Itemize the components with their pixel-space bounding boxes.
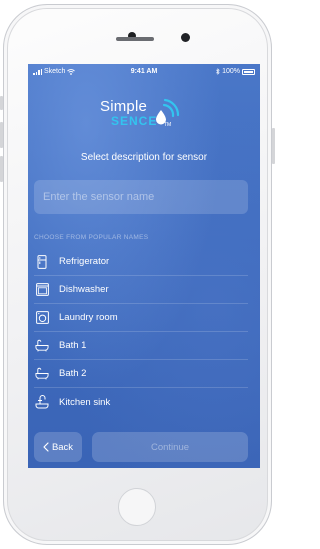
page-title: Select description for sensor [80, 152, 208, 163]
power-button [272, 128, 275, 164]
dishwasher-icon [35, 283, 49, 297]
continue-button[interactable]: Continue [92, 432, 248, 462]
list-item-label: Laundry room [59, 312, 118, 323]
popular-names-list: Refrigerator Dishwasher Laundry room Bat… [28, 248, 260, 416]
back-button-label: Back [51, 441, 74, 453]
water-drop-signal-icon [156, 98, 180, 125]
logo-sence-text: SENCE [111, 114, 158, 128]
list-item-laundry-room[interactable]: Laundry room [34, 304, 248, 332]
list-item-label: Kitchen sink [59, 396, 111, 408]
list-item-refrigerator[interactable]: Refrigerator [34, 248, 248, 276]
battery-percent: 100% [222, 68, 240, 75]
washing-machine-icon [35, 311, 49, 325]
list-item-bath-2[interactable]: Bath 2 [34, 360, 248, 388]
popular-names-header: CHOOSE FROM POPULAR NAMES [34, 234, 149, 241]
continue-button-label: Continue [150, 441, 190, 453]
list-item-label: Refrigerator [59, 256, 110, 267]
refrigerator-icon [35, 254, 49, 269]
sensor-name-input[interactable] [34, 180, 248, 214]
bluetooth-icon [216, 68, 220, 75]
status-bar: Sketch 9:41 AM 100% [28, 64, 260, 80]
battery-icon [242, 68, 255, 75]
list-item-kitchen-sink[interactable]: Kitchen sink [34, 388, 248, 416]
logo-simple-text: Simple [100, 98, 148, 115]
list-item-label: Dishwasher [59, 284, 109, 295]
faucet-icon [35, 395, 49, 409]
back-button[interactable]: Back [34, 432, 82, 462]
home-button[interactable] [118, 488, 156, 526]
volume-up-button [0, 122, 3, 148]
list-item-label: Bath 1 [59, 340, 87, 351]
earpiece-speaker [116, 37, 154, 41]
mute-switch [0, 96, 3, 110]
app-screen: Sketch 9:41 AM 100% Simple SENCE TM Sele… [28, 64, 260, 468]
list-item-bath-1[interactable]: Bath 1 [34, 332, 248, 360]
chevron-left-icon [43, 442, 49, 452]
bathtub-icon [35, 367, 49, 381]
bathtub-icon [35, 339, 49, 353]
list-item-dishwasher[interactable]: Dishwasher [34, 276, 248, 304]
app-logo: Simple SENCE TM [100, 96, 190, 136]
front-camera [181, 33, 190, 42]
list-item-label: Bath 2 [59, 368, 87, 379]
volume-down-button [0, 156, 3, 182]
